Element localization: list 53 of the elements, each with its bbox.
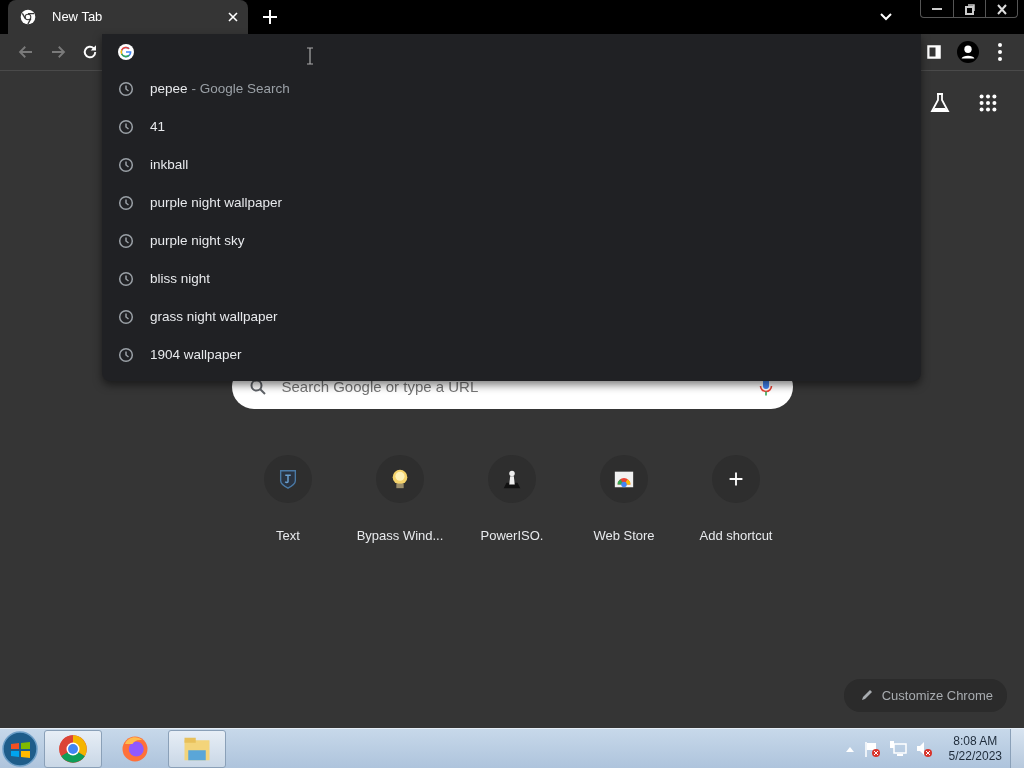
profile-icon — [957, 41, 979, 63]
suggestion-item[interactable]: inkball — [102, 146, 921, 184]
clock[interactable]: 8:08 AM 5/22/2023 — [948, 733, 1002, 764]
side-panel-icon — [925, 43, 943, 61]
shortcut-tile[interactable]: Bypass Wind... — [344, 455, 456, 546]
suggestion-item[interactable]: pepee - Google Search — [102, 70, 921, 108]
suggestion-item[interactable]: purple night sky — [102, 222, 921, 260]
shield-icon — [277, 468, 299, 490]
search-input[interactable]: Search Google or type a URL — [279, 374, 759, 400]
menu-dots-icon — [998, 43, 1002, 61]
close-tab-button[interactable] — [228, 12, 238, 22]
clock-icon — [118, 119, 134, 135]
text-cursor-icon — [306, 47, 314, 65]
shortcut-tile[interactable]: PowerISO. — [456, 455, 568, 546]
clock-icon — [118, 347, 134, 363]
clock-date: 5/22/2023 — [948, 748, 1002, 764]
taskbar-app-button[interactable] — [44, 729, 102, 768]
forward-arrow-icon — [49, 43, 67, 61]
suggestion-item[interactable]: grass night wallpaper — [102, 298, 921, 336]
google-logo-icon — [118, 44, 134, 60]
customize-chrome-button[interactable]: Customize Chrome — [843, 678, 1007, 712]
clock-icon — [118, 195, 134, 211]
clock-icon — [118, 271, 134, 287]
chevron-down-icon — [880, 13, 892, 21]
clock-icon — [118, 81, 134, 97]
start-orb-icon — [0, 729, 40, 768]
restore-icon — [962, 1, 977, 16]
tab-title: New Tab — [52, 8, 104, 27]
reload-icon — [81, 43, 99, 61]
browser-tab[interactable]: New Tab — [8, 0, 248, 34]
shortcut-tile[interactable]: Web Store — [568, 455, 680, 546]
suggestion-item[interactable]: 41 — [102, 108, 921, 146]
plus-icon — [263, 10, 277, 24]
pencil-icon — [859, 688, 874, 703]
flag-error-icon — [862, 739, 881, 758]
grid-icon — [977, 92, 999, 114]
minimize-icon — [932, 7, 942, 10]
back-arrow-icon — [17, 43, 35, 61]
add-shortcut-button[interactable]: Add shortcut — [680, 455, 792, 546]
clock-time: 8:08 AM — [952, 733, 999, 749]
clock-icon — [118, 233, 134, 249]
browser-logo-icon — [58, 733, 88, 764]
suggestion-item[interactable]: bliss night — [102, 260, 921, 298]
shortcut-tile[interactable]: Text — [232, 455, 344, 546]
browser-logo-icon — [20, 9, 36, 25]
search-icon — [249, 379, 266, 395]
clock-icon — [118, 157, 134, 173]
network-icon — [888, 739, 907, 758]
flask-icon — [928, 91, 952, 115]
suggestion-item[interactable]: purple night wallpaper — [102, 184, 921, 222]
clock-icon — [118, 309, 134, 325]
figure-icon — [501, 468, 523, 490]
close-icon — [228, 12, 238, 22]
